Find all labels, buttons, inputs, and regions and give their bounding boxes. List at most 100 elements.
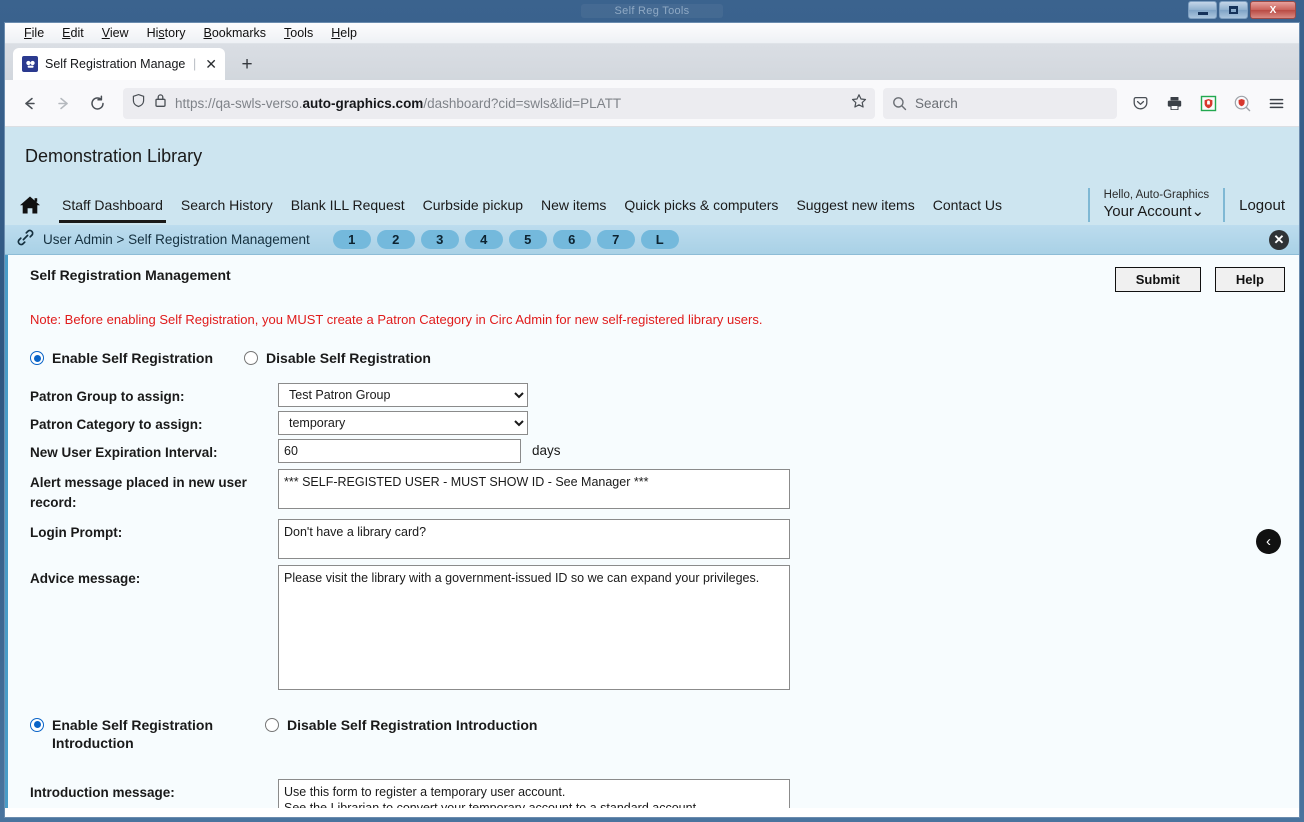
browser-menubar: File Edit View History Bookmarks Tools H… [5, 23, 1299, 44]
home-icon[interactable] [19, 195, 41, 215]
browser-search-bar[interactable]: Search [883, 87, 1117, 119]
your-account-link[interactable]: Your Account⌄ [1104, 203, 1209, 221]
pocket-icon[interactable] [1125, 88, 1155, 118]
app-header: Demonstration Library [5, 127, 1299, 185]
tab-title: Self Registration Management [45, 57, 186, 71]
alert-message-label: Alert message placed in new user record: [30, 475, 247, 511]
lock-icon [154, 93, 167, 113]
extension-search-icon[interactable] [1227, 88, 1257, 118]
sidebar-item-suggest-new-items[interactable]: Suggest new items [787, 185, 923, 225]
page-bottom-spacer [5, 808, 1299, 816]
step-pill[interactable]: 6 [552, 230, 591, 249]
field-advice-message: Advice message: Please visit the library… [30, 564, 1299, 690]
panel-action-buttons: Submit Help [1114, 267, 1285, 292]
sidebar-item-new-items[interactable]: New items [532, 185, 615, 225]
bookmark-star-icon[interactable] [851, 93, 867, 114]
step-pill[interactable]: L [640, 230, 679, 249]
menu-edit[interactable]: Edit [53, 26, 93, 40]
page-title: Self Registration Management [30, 267, 231, 283]
field-patron-group: Patron Group to assign: Test Patron Grou… [30, 383, 1299, 408]
field-login-prompt: Login Prompt: Don't have a library card? [30, 518, 1299, 559]
web-page: Demonstration Library All Headings [5, 127, 1299, 817]
radio-icon[interactable] [244, 351, 259, 365]
browser-navbar: https://qa-swls-verso.auto-graphics.com/… [5, 80, 1299, 127]
minimize-button[interactable] [1188, 1, 1217, 19]
forward-icon[interactable] [47, 87, 79, 119]
enable-introduction-option[interactable]: Enable Self Registration Introduction [30, 716, 247, 753]
close-icon[interactable]: ✕ [1269, 230, 1289, 250]
sidebar-item-contact-us[interactable]: Contact Us [924, 185, 1011, 225]
login-prompt-textarea[interactable]: Don't have a library card? [278, 518, 790, 559]
shield-icon[interactable] [131, 93, 146, 113]
reload-icon[interactable] [81, 87, 113, 119]
field-alert-message: Alert message placed in new user record:… [30, 469, 1299, 512]
patron-category-label: Patron Category to assign: [30, 417, 203, 433]
alert-message-textarea[interactable]: *** SELF-REGISTED USER - MUST SHOW ID - … [278, 469, 790, 510]
tab-separator: | [193, 57, 197, 71]
advice-message-textarea[interactable]: Please visit the library with a governme… [278, 564, 790, 690]
search-icon [893, 96, 907, 110]
expiration-interval-input[interactable] [278, 439, 521, 464]
url-text: https://qa-swls-verso.auto-graphics.com/… [175, 95, 622, 111]
disable-introduction-label: Disable Self Registration Introduction [287, 716, 538, 733]
menu-view[interactable]: View [93, 26, 138, 40]
sidebar-item-quick-picks[interactable]: Quick picks & computers [615, 185, 787, 225]
field-introduction-message: Introduction message: Use this form to r… [30, 778, 1299, 808]
help-button[interactable]: Help [1214, 267, 1285, 292]
collapse-left-icon[interactable]: ‹ [1256, 529, 1281, 554]
url-bar[interactable]: https://qa-swls-verso.auto-graphics.com/… [123, 87, 875, 119]
radio-icon[interactable] [30, 351, 44, 365]
field-expiration-interval: New User Expiration Interval: days [30, 439, 1299, 464]
enable-introduction-label: Enable Self Registration Introduction [52, 716, 214, 752]
step-pill[interactable]: 2 [376, 230, 415, 249]
menu-file[interactable]: File [15, 26, 53, 40]
os-window: Self Reg Tools X File Edit View History … [0, 0, 1304, 822]
enable-self-registration-option[interactable]: Enable Self Registration [30, 349, 213, 367]
window-titlebar: Self Reg Tools X [4, 0, 1300, 22]
sidebar-item-curbside-pickup[interactable]: Curbside pickup [414, 185, 532, 225]
tab-close-icon[interactable]: ✕ [203, 57, 219, 71]
browser-window: File Edit View History Bookmarks Tools H… [4, 22, 1300, 818]
hamburger-menu-icon[interactable] [1261, 88, 1291, 118]
introduction-message-textarea[interactable]: Use this form to register a temporary us… [278, 778, 790, 808]
advice-message-label: Advice message: [30, 570, 141, 586]
browser-tab-active[interactable]: Self Registration Management | ✕ [13, 48, 225, 80]
step-pill[interactable]: 1 [332, 230, 371, 249]
maximize-button[interactable] [1219, 1, 1248, 19]
radio-icon[interactable] [265, 717, 279, 732]
disable-self-registration-option[interactable]: Disable Self Registration [244, 349, 431, 367]
patron-category-select[interactable]: temporary [278, 411, 528, 436]
radio-icon[interactable] [30, 717, 44, 732]
new-tab-button[interactable]: + [231, 50, 263, 80]
step-pill[interactable]: 7 [596, 230, 635, 249]
sidebar-item-blank-ill-request[interactable]: Blank ILL Request [282, 185, 414, 225]
menu-bookmarks[interactable]: Bookmarks [195, 26, 276, 40]
back-icon[interactable] [13, 87, 45, 119]
logout-link[interactable]: Logout [1239, 197, 1285, 214]
menu-tools[interactable]: Tools [275, 26, 322, 40]
tab-strip: Self Registration Management | ✕ + [5, 44, 1299, 80]
account-menu[interactable]: Hello, Auto-Graphics Your Account⌄ [1104, 189, 1209, 221]
step-pill[interactable]: 5 [508, 230, 547, 249]
extension-shield-icon[interactable] [1193, 88, 1223, 118]
close-window-button[interactable]: X [1250, 1, 1296, 19]
patron-group-select[interactable]: Test Patron Group [278, 383, 528, 408]
submit-button[interactable]: Submit [1114, 267, 1201, 292]
step-pill-group: 1 2 3 4 5 6 7 L [332, 230, 679, 249]
menu-history[interactable]: History [138, 26, 195, 40]
warning-note: Note: Before enabling Self Registration,… [30, 312, 763, 327]
introduction-toggle-group: Enable Self Registration Introduction Di… [8, 694, 1299, 753]
account-divider-right [1223, 188, 1226, 222]
step-pill[interactable]: 4 [464, 230, 503, 249]
step-pill[interactable]: 3 [420, 230, 459, 249]
menu-help[interactable]: Help [322, 26, 366, 40]
introduction-form: Introduction message: Use this form to r… [8, 753, 1299, 808]
sidebar-item-staff-dashboard[interactable]: Staff Dashboard [53, 185, 172, 225]
account-greeting: Hello, Auto-Graphics [1103, 189, 1210, 202]
disable-introduction-option[interactable]: Disable Self Registration Introduction [265, 716, 537, 734]
account-zone: Hello, Auto-Graphics Your Account⌄ Logou… [1074, 185, 1285, 225]
sidebar-item-search-history[interactable]: Search History [172, 185, 282, 225]
field-patron-category: Patron Category to assign: temporary [30, 411, 1299, 436]
print-icon[interactable] [1159, 88, 1189, 118]
expiration-interval-label: New User Expiration Interval: [30, 445, 218, 461]
